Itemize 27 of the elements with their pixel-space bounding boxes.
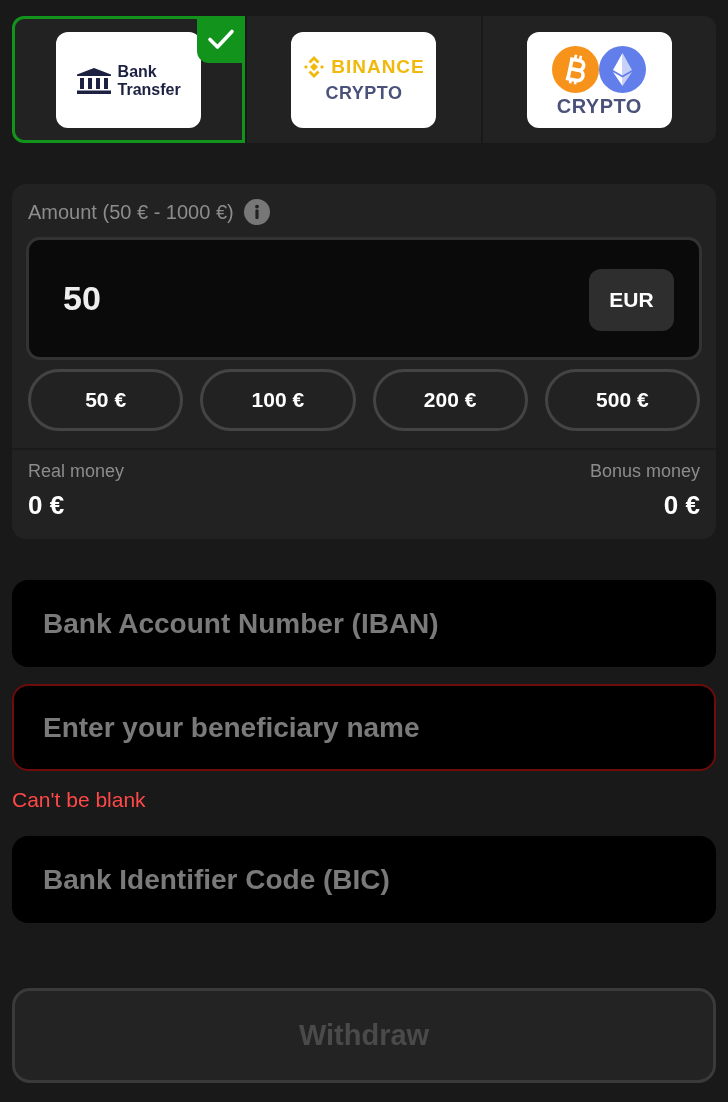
logo-text: Bank xyxy=(117,62,157,81)
logo-text: Transfer xyxy=(117,80,181,99)
input-field[interactable]: Enter your beneficiary name xyxy=(12,684,716,771)
logo-text: BINANCE xyxy=(331,55,425,78)
payment-method-tab[interactable]: CRYPTO xyxy=(482,16,716,143)
balance-value: 0 € xyxy=(28,490,65,520)
error-message: Can't be blank xyxy=(12,788,147,812)
payment-method-tab[interactable]: Bank Transfer xyxy=(12,16,246,143)
input-field[interactable]: Bank Identifier Code (BIC) xyxy=(12,836,716,923)
currency-button[interactable]: EUR xyxy=(589,269,674,331)
balance-label: Real money xyxy=(28,460,125,482)
ethereum-icon xyxy=(599,46,647,93)
preset-amount-button[interactable]: 200 € xyxy=(372,369,528,431)
info-icon xyxy=(243,199,270,225)
payment-method-tab[interactable]: BINANCE CRYPTO xyxy=(247,16,481,143)
balance-label: Bonus money xyxy=(589,460,700,482)
logo-text: CRYPTO xyxy=(325,81,403,104)
input-field[interactable]: Bank Account Number (IBAN) xyxy=(12,580,716,667)
logo-text: CRYPTO xyxy=(556,95,642,117)
diamond-logo-icon xyxy=(303,55,326,78)
preset-amount-button[interactable]: 100 € xyxy=(200,369,356,431)
bitcoin-icon xyxy=(552,46,600,93)
amount-label: Amount (50 € - 1000 €) xyxy=(28,200,234,225)
preset-amount-button[interactable]: 500 € xyxy=(544,369,700,431)
bank-icon xyxy=(76,67,111,94)
preset-amount-button[interactable]: 50 € xyxy=(28,369,184,431)
balance-value: 0 € xyxy=(663,490,700,520)
